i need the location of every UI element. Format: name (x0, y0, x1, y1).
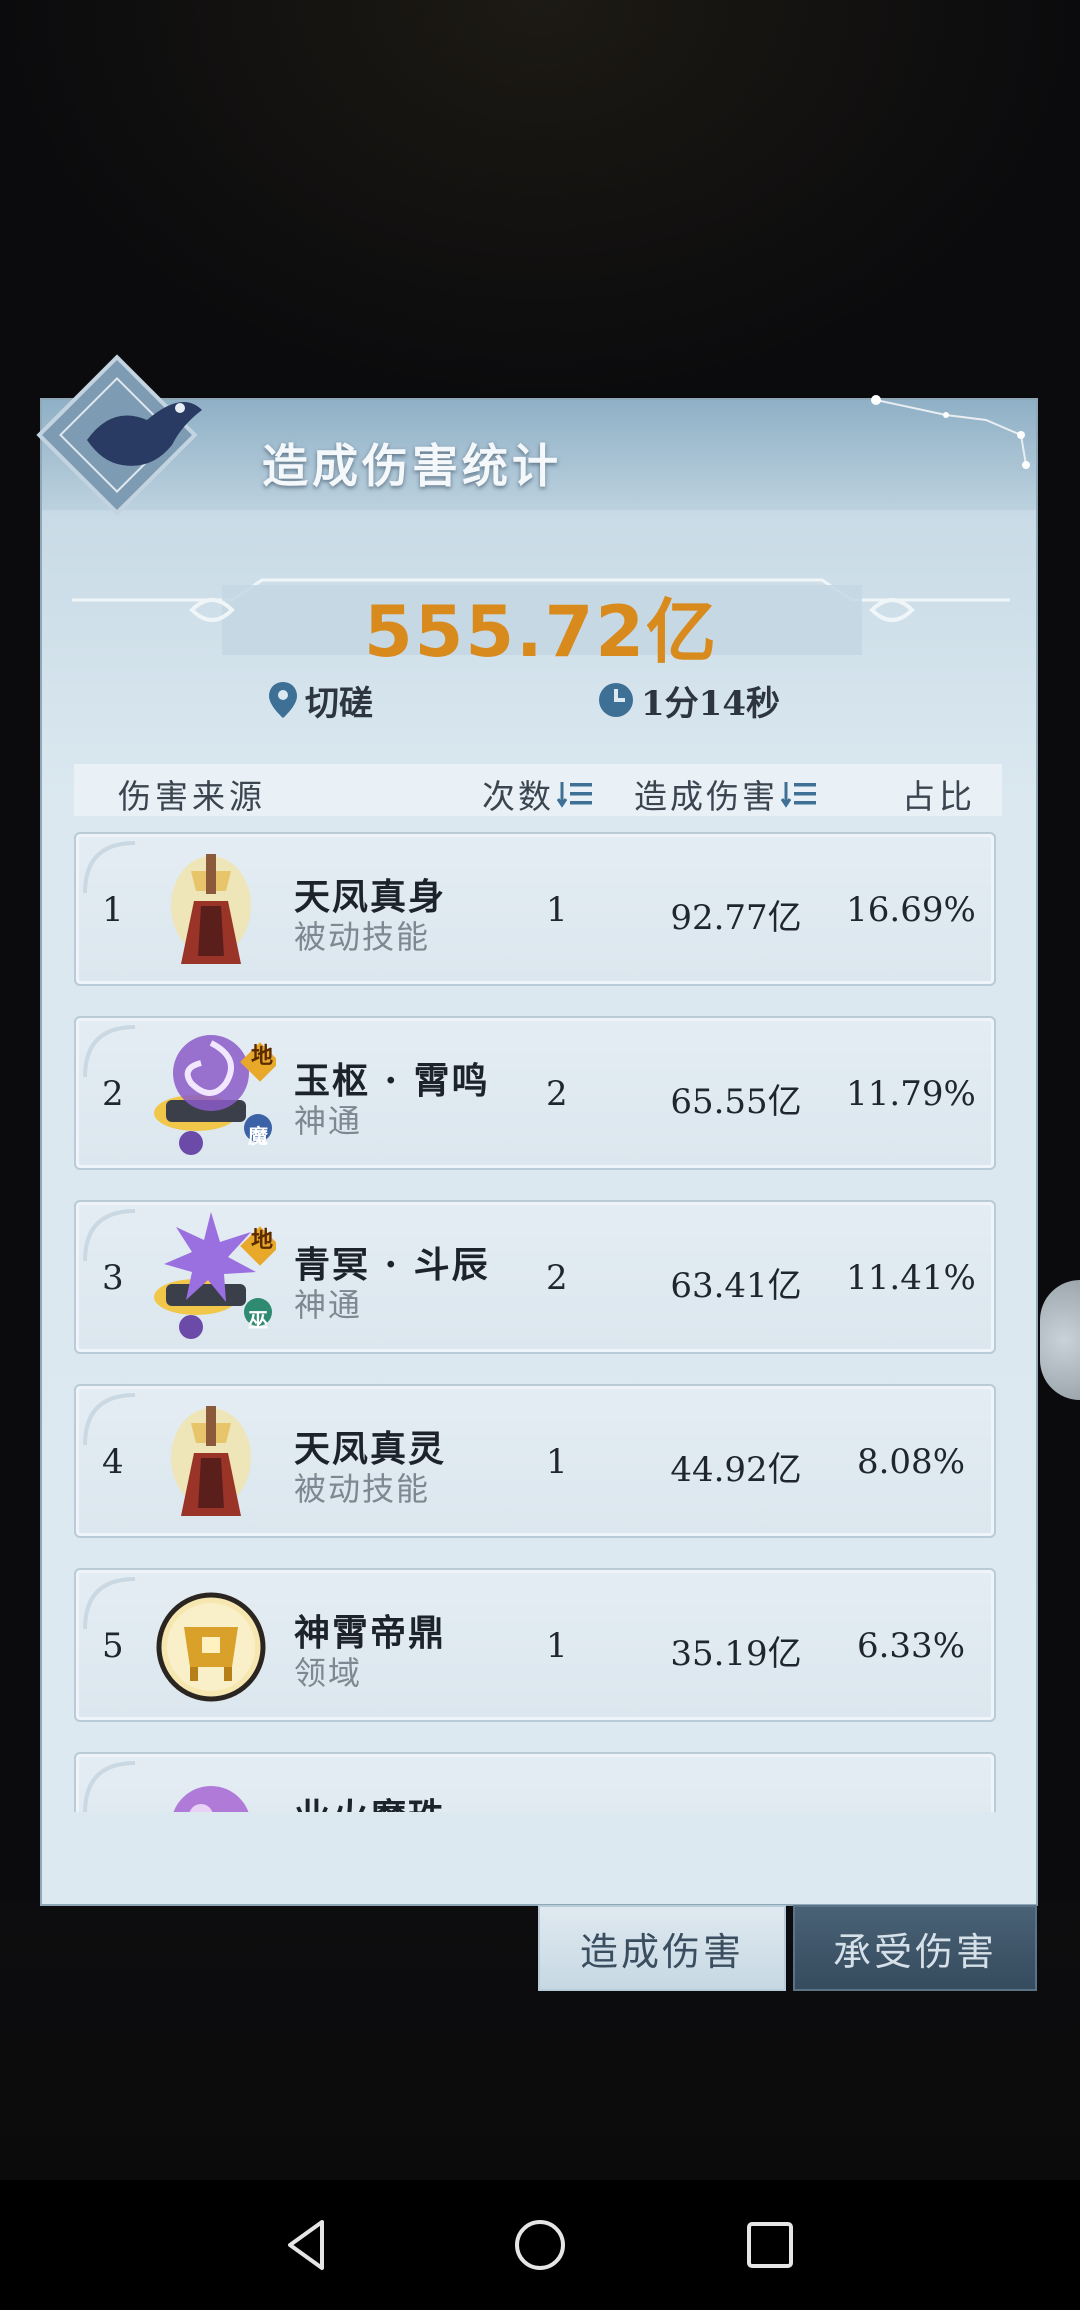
tab-damage-taken-label: 承受伤害 (832, 1929, 997, 1974)
corner-ornament (83, 1577, 136, 1630)
skill-type: 被动技能 (294, 918, 431, 956)
floating-side-button[interactable] (1040, 1280, 1080, 1400)
home-icon[interactable] (505, 2210, 575, 2280)
damage-value: 44.92亿 (670, 1450, 802, 1490)
back-icon[interactable] (272, 2210, 342, 2280)
header-source-label: 伤害来源 (118, 777, 266, 816)
tab-damage-taken[interactable]: 承受伤害 (793, 1905, 1037, 1991)
clock-icon (599, 683, 633, 717)
faction-badge: 巫 (248, 1308, 268, 1332)
header-source: 伤害来源 (118, 770, 266, 818)
duration-info: 1分14秒 (597, 670, 780, 730)
rank-number: 1 (102, 890, 124, 930)
skill-name: 业火魔珠 (294, 1788, 446, 1812)
damage-value: 92.77亿 (670, 898, 802, 938)
panel-title: 造成伤害统计 (262, 439, 562, 493)
system-navigation-bar (0, 2180, 1080, 2310)
hit-count: 1 (546, 1626, 568, 1666)
background-top (0, 0, 1080, 400)
total-damage-value: 555.72亿 (363, 591, 719, 673)
grade-badge: 地 (251, 1043, 274, 1069)
list-item[interactable]: 业火魔珠 (74, 1752, 996, 1812)
rank-number: 2 (102, 1074, 124, 1114)
list-item[interactable]: 5 神霄帝鼎 领域 1 35.19亿 6.33% (74, 1568, 996, 1722)
header-damage-label: 造成伤害 (634, 777, 778, 816)
corner-ornament (83, 1025, 136, 1078)
header-ratio-label: 占比 (902, 777, 976, 816)
sort-icon (556, 782, 592, 808)
skill-type: 领域 (294, 1654, 363, 1692)
hit-count: 1 (546, 890, 568, 930)
duration-label: 1分14秒 (641, 683, 780, 724)
list-item[interactable]: 1 天凤真身 被动技能 1 92.77亿 16.69% (74, 832, 996, 986)
damage-ratio: 11.79% (846, 1074, 976, 1114)
phoenix-statue-icon (171, 1406, 251, 1516)
skill-type: 被动技能 (294, 1470, 431, 1508)
corner-ornament (83, 1761, 136, 1812)
corner-ornament (83, 1393, 136, 1446)
tab-damage-dealt[interactable]: 造成伤害 (538, 1905, 786, 1991)
header-damage-sort[interactable]: 造成伤害 (634, 770, 820, 818)
damage-ratio: 16.69% (846, 890, 976, 930)
damage-ratio: 11.41% (846, 1258, 976, 1298)
skill-type: 神通 (294, 1286, 363, 1324)
corner-ornament (83, 1209, 136, 1262)
header-count-label: 次数 (482, 777, 554, 816)
hit-count: 1 (546, 1442, 568, 1482)
rank-number: 3 (102, 1258, 124, 1298)
hit-count: 2 (546, 1074, 568, 1114)
sort-icon (780, 782, 816, 808)
damage-ratio: 8.08% (856, 1442, 965, 1482)
corner-ornament (83, 841, 136, 894)
damage-source-list[interactable]: 1 天凤真身 被动技能 1 92.77亿 16.69% 2 玉枢 · 霄鸣 神通… (74, 832, 1006, 1812)
hit-count: 2 (546, 1258, 568, 1298)
list-item[interactable]: 3 青冥 · 斗辰 神通 2 63.41亿 11.41% 地 巫 (74, 1200, 996, 1354)
phoenix-statue-icon (171, 854, 251, 964)
dragon-emblem-icon (36, 354, 202, 516)
damage-value: 65.55亿 (670, 1082, 802, 1122)
header-ratio: 占比 (902, 770, 976, 818)
list-item[interactable]: 4 天凤真灵 被动技能 1 44.92亿 8.08% (74, 1384, 996, 1538)
recent-apps-icon[interactable] (735, 2210, 805, 2280)
total-damage-band: 555.72亿 (72, 570, 1010, 673)
grade-badge: 地 (251, 1227, 274, 1253)
skill-type: 神通 (294, 1102, 363, 1140)
damage-ratio: 6.33% (856, 1626, 965, 1666)
faction-badge: 魔 (248, 1124, 268, 1148)
golden-cauldron-icon (156, 1592, 266, 1702)
damage-value: 35.19亿 (670, 1634, 802, 1674)
list-item[interactable]: 2 玉枢 · 霄鸣 神通 2 65.55亿 11.79% 地 魔 (74, 1016, 996, 1170)
damage-value: 63.41亿 (670, 1266, 802, 1306)
constellation-decoration (871, 395, 1030, 469)
header-count-sort[interactable]: 次数 (482, 770, 596, 818)
location-pin-icon (269, 682, 297, 718)
tab-damage-dealt-label: 造成伤害 (579, 1929, 744, 1974)
table-header: 伤害来源 次数 造成伤害 占比 (74, 764, 1002, 816)
location-label: 切磋 (305, 683, 373, 724)
purple-orb-icon (173, 1786, 249, 1812)
rank-number: 4 (102, 1442, 124, 1482)
location-info: 切磋 (267, 670, 373, 730)
damage-stats-panel: 造成伤害统计 555.72亿 切磋 1分14秒 伤害来源 次数 造成伤害 占比 … (36, 354, 1038, 1906)
rank-number: 5 (102, 1626, 124, 1666)
